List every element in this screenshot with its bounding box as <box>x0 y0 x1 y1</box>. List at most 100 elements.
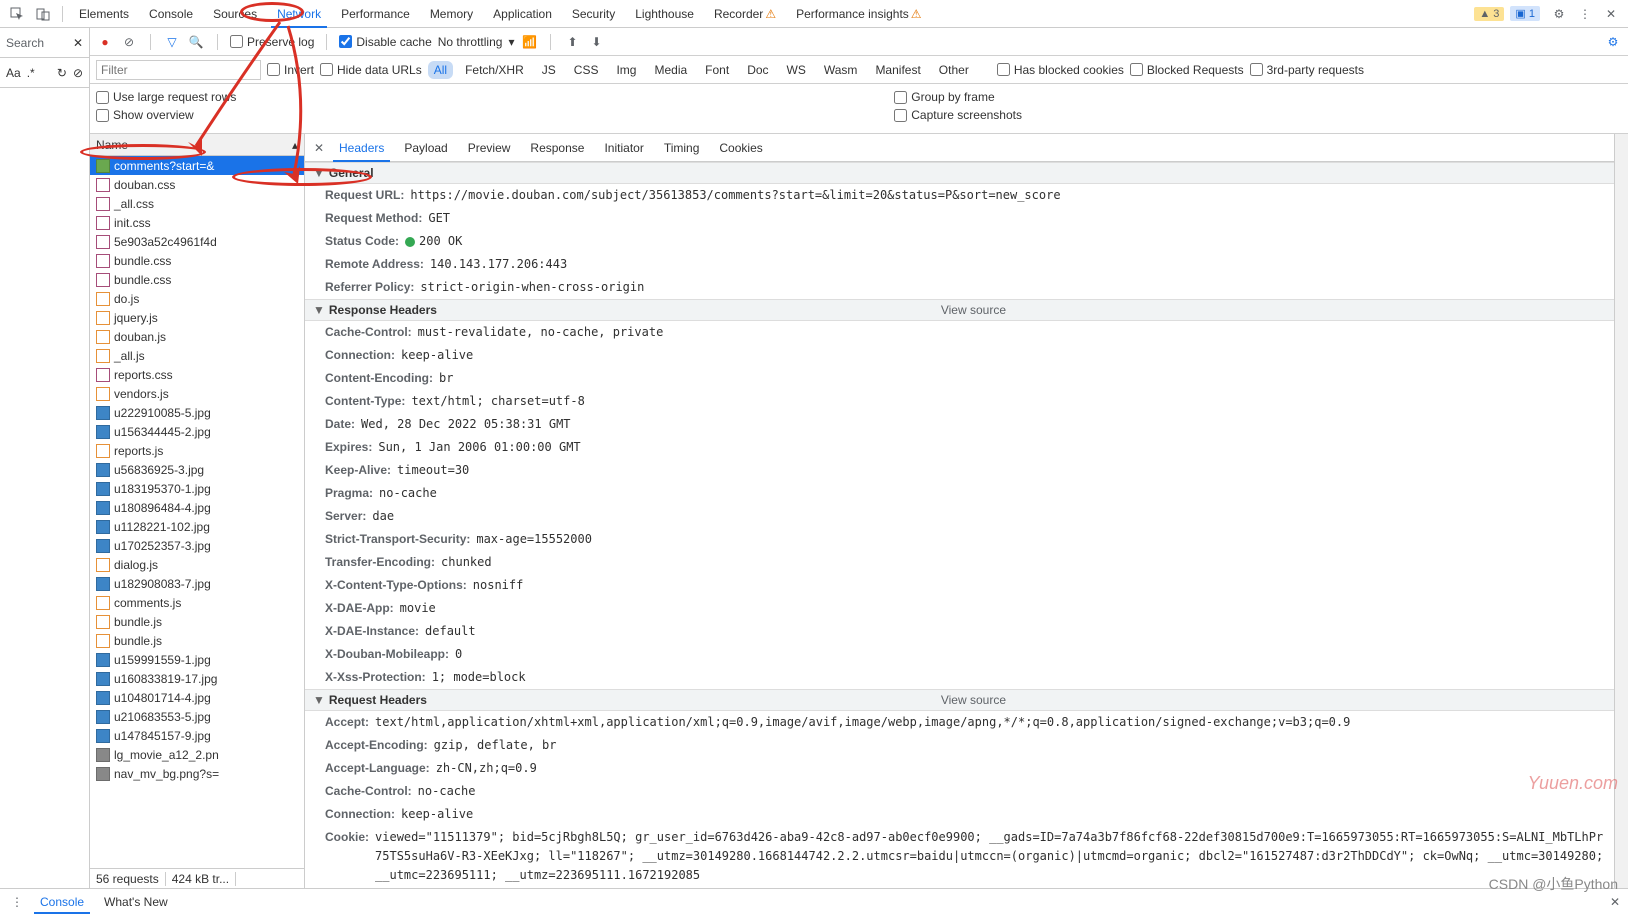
large-rows-check[interactable]: Use large request rows <box>96 90 236 104</box>
request-row[interactable]: dialog.js <box>90 555 304 574</box>
dtab-response[interactable]: Response <box>520 135 594 161</box>
tab-console[interactable]: Console <box>139 1 203 27</box>
request-row[interactable]: bundle.js <box>90 631 304 650</box>
scrollbar[interactable] <box>1614 134 1628 888</box>
request-row[interactable]: reports.js <box>90 441 304 460</box>
request-row[interactable]: comments?start=& <box>90 156 304 175</box>
view-source-link[interactable]: View source <box>941 303 1006 317</box>
request-row[interactable]: bundle.css <box>90 270 304 289</box>
gear-icon[interactable]: ⚙ <box>1604 33 1622 51</box>
regex-toggle[interactable]: .* <box>27 66 35 80</box>
btab-console[interactable]: Console <box>30 890 94 914</box>
refresh-icon[interactable]: ↻ <box>57 66 67 80</box>
request-row[interactable]: _all.css <box>90 194 304 213</box>
screenshots-check[interactable]: Capture screenshots <box>894 108 1022 122</box>
cat-font[interactable]: Font <box>699 61 735 79</box>
tab-application[interactable]: Application <box>483 1 562 27</box>
section-header[interactable]: ▼Response HeadersView source <box>305 299 1614 321</box>
tab-perf-insights[interactable]: Performance insights⚠ <box>786 1 931 27</box>
cat-css[interactable]: CSS <box>568 61 605 79</box>
request-row[interactable]: douban.js <box>90 327 304 346</box>
tab-performance[interactable]: Performance <box>331 1 420 27</box>
request-row[interactable]: u104801714-4.jpg <box>90 688 304 707</box>
dtab-payload[interactable]: Payload <box>394 135 457 161</box>
more-icon[interactable]: ⋮ <box>1576 5 1594 23</box>
tab-security[interactable]: Security <box>562 1 625 27</box>
request-row[interactable]: douban.css <box>90 175 304 194</box>
request-row[interactable]: init.css <box>90 213 304 232</box>
cat-all[interactable]: All <box>428 61 453 79</box>
download-icon[interactable]: ⬇ <box>587 33 605 51</box>
request-row[interactable]: comments.js <box>90 593 304 612</box>
match-case[interactable]: Aa <box>6 66 21 80</box>
chevron-down-icon[interactable]: ▾ <box>508 35 514 49</box>
filter-icon[interactable]: ▽ <box>163 33 181 51</box>
request-row[interactable]: lg_movie_a12_2.pn <box>90 745 304 764</box>
cat-manifest[interactable]: Manifest <box>869 61 926 79</box>
request-row[interactable]: u210683553-5.jpg <box>90 707 304 726</box>
request-row[interactable]: vendors.js <box>90 384 304 403</box>
request-row[interactable]: bundle.js <box>90 612 304 631</box>
dtab-cookies[interactable]: Cookies <box>709 135 772 161</box>
view-source-link[interactable]: View source <box>941 693 1006 707</box>
record-icon[interactable]: ● <box>96 33 114 51</box>
request-row[interactable]: _all.js <box>90 346 304 365</box>
btab-whatsnew[interactable]: What's New <box>94 890 178 914</box>
inspect-icon[interactable] <box>8 5 26 23</box>
device-icon[interactable] <box>34 5 52 23</box>
request-row[interactable]: u222910085-5.jpg <box>90 403 304 422</box>
request-row[interactable]: u1128221-102.jpg <box>90 517 304 536</box>
clear-icon[interactable]: ⊘ <box>73 66 83 80</box>
cat-ws[interactable]: WS <box>781 61 812 79</box>
group-frame-check[interactable]: Group by frame <box>894 90 1022 104</box>
request-row[interactable]: u182908083-7.jpg <box>90 574 304 593</box>
request-row[interactable]: u160833819-17.jpg <box>90 669 304 688</box>
show-overview-check[interactable]: Show overview <box>96 108 236 122</box>
search-icon[interactable]: 🔍 <box>187 33 205 51</box>
cat-fetch[interactable]: Fetch/XHR <box>459 61 530 79</box>
third-party-check[interactable]: 3rd-party requests <box>1250 63 1364 77</box>
tab-network[interactable]: Network <box>267 1 331 27</box>
cat-media[interactable]: Media <box>648 61 693 79</box>
request-row[interactable]: u147845157-9.jpg <box>90 726 304 745</box>
request-row[interactable]: nav_mv_bg.png?s= <box>90 764 304 783</box>
cat-doc[interactable]: Doc <box>741 61 774 79</box>
blocked-cookies-check[interactable]: Has blocked cookies <box>997 63 1124 77</box>
request-row[interactable]: u159991559-1.jpg <box>90 650 304 669</box>
section-header[interactable]: ▼General <box>305 162 1614 184</box>
section-header[interactable]: ▼Request HeadersView source <box>305 689 1614 711</box>
tab-sources[interactable]: Sources <box>203 1 267 27</box>
request-list-header[interactable]: Name▴ <box>90 134 304 156</box>
close-drawer-icon[interactable]: ✕ <box>1610 895 1620 909</box>
filter-input[interactable] <box>96 60 261 80</box>
request-row[interactable]: reports.css <box>90 365 304 384</box>
request-row[interactable]: 5e903a52c4961f4d <box>90 232 304 251</box>
request-row[interactable]: do.js <box>90 289 304 308</box>
hide-dataurls-check[interactable]: Hide data URLs <box>320 63 422 77</box>
tab-elements[interactable]: Elements <box>69 1 139 27</box>
tab-memory[interactable]: Memory <box>420 1 483 27</box>
tab-recorder[interactable]: Recorder⚠ <box>704 1 786 27</box>
cat-img[interactable]: Img <box>610 61 642 79</box>
dtab-headers[interactable]: Headers <box>329 135 394 161</box>
blocked-req-check[interactable]: Blocked Requests <box>1130 63 1244 77</box>
close-search-icon[interactable]: ✕ <box>73 36 83 50</box>
request-row[interactable]: u180896484-4.jpg <box>90 498 304 517</box>
gear-icon[interactable]: ⚙ <box>1550 5 1568 23</box>
tab-lighthouse[interactable]: Lighthouse <box>625 1 704 27</box>
dtab-initiator[interactable]: Initiator <box>594 135 653 161</box>
throttling-select[interactable]: No throttling <box>438 35 503 49</box>
wifi-icon[interactable]: 📶 <box>520 33 538 51</box>
request-row[interactable]: u183195370-1.jpg <box>90 479 304 498</box>
cat-js[interactable]: JS <box>536 61 562 79</box>
dtab-preview[interactable]: Preview <box>458 135 521 161</box>
close-icon[interactable]: ✕ <box>1602 5 1620 23</box>
upload-icon[interactable]: ⬆ <box>563 33 581 51</box>
dtab-timing[interactable]: Timing <box>654 135 710 161</box>
warnings-badge[interactable]: ▲ 3 <box>1474 7 1504 21</box>
cat-wasm[interactable]: Wasm <box>818 61 864 79</box>
request-row[interactable]: jquery.js <box>90 308 304 327</box>
request-row[interactable]: bundle.css <box>90 251 304 270</box>
invert-check[interactable]: Invert <box>267 63 314 77</box>
request-row[interactable]: u170252357-3.jpg <box>90 536 304 555</box>
